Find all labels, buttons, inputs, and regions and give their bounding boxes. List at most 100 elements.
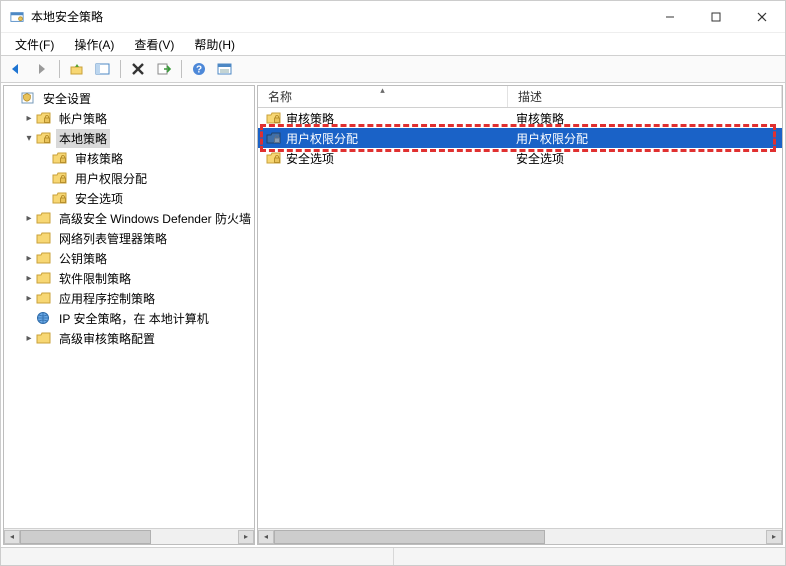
- app-icon: [9, 9, 25, 25]
- folder-lock-icon: [36, 130, 52, 146]
- column-header-name[interactable]: 名称 ▴: [258, 86, 508, 107]
- scroll-left-icon[interactable]: ◂: [4, 530, 20, 544]
- folder-lock-icon: [266, 130, 282, 146]
- tree-item-public-key[interactable]: ▸ 公钥策略: [4, 248, 254, 268]
- cell-desc: 用户权限分配: [516, 130, 588, 147]
- column-label: 描述: [518, 88, 542, 105]
- folder-icon: [36, 250, 52, 266]
- tree-label: 应用程序控制策略: [56, 289, 158, 308]
- list-horizontal-scrollbar[interactable]: ◂ ▸: [258, 528, 782, 544]
- close-button[interactable]: [739, 1, 785, 33]
- tree-label: 高级审核策略配置: [56, 329, 158, 348]
- svg-text:?: ?: [196, 65, 202, 76]
- cell-desc: 安全选项: [516, 150, 564, 167]
- tree-item-user-rights[interactable]: ▸用户权限分配: [4, 168, 254, 188]
- sort-asc-icon: ▴: [380, 85, 385, 96]
- cell-desc: 审核策略: [516, 110, 564, 127]
- show-hide-tree-button[interactable]: [92, 58, 114, 80]
- chevron-down-icon[interactable]: ▾: [22, 131, 36, 145]
- chevron-right-icon[interactable]: ▸: [22, 111, 36, 125]
- menu-file[interactable]: 文件(F): [5, 34, 64, 55]
- folder-icon: [36, 230, 52, 246]
- tree-label: 安全设置: [40, 89, 94, 108]
- tree-item-account-policy[interactable]: ▸ 帐户策略: [4, 108, 254, 128]
- folder-icon: [36, 330, 52, 346]
- tree-label: 安全选项: [72, 189, 126, 208]
- forward-button[interactable]: [31, 58, 53, 80]
- list-row-user-rights[interactable]: 用户权限分配 用户权限分配: [258, 128, 782, 148]
- tree-label: 帐户策略: [56, 109, 110, 128]
- scroll-right-icon[interactable]: ▸: [766, 530, 782, 544]
- tree-pane: ▸ 安全设置 ▸帐户策略 ▾本地策略 ▸审核策略 ▸用户权限分配 ▸安全选项: [3, 85, 255, 545]
- properties-button[interactable]: [214, 58, 236, 80]
- column-label: 名称: [268, 88, 292, 105]
- scroll-right-icon[interactable]: ▸: [238, 530, 254, 544]
- list-row-audit-policy[interactable]: 审核策略 审核策略: [258, 108, 782, 128]
- status-cell: [393, 548, 786, 565]
- window-title: 本地安全策略: [31, 8, 103, 25]
- scroll-track[interactable]: [274, 530, 766, 544]
- tree-item-network-list[interactable]: ▸网络列表管理器策略: [4, 228, 254, 248]
- folder-lock-icon: [52, 170, 68, 186]
- export-button[interactable]: [153, 58, 175, 80]
- up-button[interactable]: [66, 58, 88, 80]
- tree-item-local-policy[interactable]: ▾本地策略: [4, 128, 254, 148]
- cell-name: 安全选项: [286, 150, 334, 167]
- status-cell: [1, 548, 393, 565]
- statusbar: [1, 547, 785, 565]
- menu-help[interactable]: 帮助(H): [184, 34, 245, 55]
- cell-name: 用户权限分配: [286, 130, 358, 147]
- separator-icon: [181, 60, 182, 78]
- scroll-thumb[interactable]: [20, 530, 151, 544]
- tree-horizontal-scrollbar[interactable]: ◂ ▸: [4, 528, 254, 544]
- chevron-right-icon[interactable]: ▸: [22, 291, 36, 305]
- tree-label: 高级安全 Windows Defender 防火墙: [56, 209, 254, 228]
- tree[interactable]: ▸ 安全设置 ▸帐户策略 ▾本地策略 ▸审核策略 ▸用户权限分配 ▸安全选项: [4, 86, 254, 528]
- tree-item-software-restriction[interactable]: ▸ 软件限制策略: [4, 268, 254, 288]
- main-area: ▸ 安全设置 ▸帐户策略 ▾本地策略 ▸审核策略 ▸用户权限分配 ▸安全选项: [1, 83, 785, 547]
- scroll-left-icon[interactable]: ◂: [258, 530, 274, 544]
- folder-icon: [36, 290, 52, 306]
- tree-item-ip-security[interactable]: ▸IP 安全策略，在 本地计算机: [4, 308, 254, 328]
- folder-lock-icon: [52, 190, 68, 206]
- list-header: 名称 ▴ 描述: [258, 86, 782, 108]
- tree-label: 用户权限分配: [72, 169, 150, 188]
- tree-item-audit-policy[interactable]: ▸审核策略: [4, 148, 254, 168]
- chevron-right-icon[interactable]: ▸: [22, 331, 36, 345]
- scroll-thumb[interactable]: [274, 530, 545, 544]
- titlebar: 本地安全策略: [1, 1, 785, 33]
- tree-root-security-settings[interactable]: ▸ 安全设置: [4, 88, 254, 108]
- cell-name: 审核策略: [286, 110, 334, 127]
- scroll-track[interactable]: [20, 530, 238, 544]
- tree-label: 公钥策略: [56, 249, 110, 268]
- tree-label: 软件限制策略: [56, 269, 134, 288]
- folder-lock-icon: [266, 150, 282, 166]
- minimize-button[interactable]: [647, 1, 693, 33]
- column-header-desc[interactable]: 描述: [508, 86, 782, 107]
- help-button[interactable]: ?: [188, 58, 210, 80]
- security-settings-icon: [20, 90, 36, 106]
- tree-item-security-options[interactable]: ▸安全选项: [4, 188, 254, 208]
- tree-item-defender-firewall[interactable]: ▸ 高级安全 Windows Defender 防火墙: [4, 208, 254, 228]
- maximize-button[interactable]: [693, 1, 739, 33]
- chevron-right-icon[interactable]: ▸: [22, 271, 36, 285]
- tree-label: 审核策略: [72, 149, 126, 168]
- menubar: 文件(F) 操作(A) 查看(V) 帮助(H): [1, 33, 785, 55]
- separator-icon: [120, 60, 121, 78]
- tree-item-app-control[interactable]: ▸ 应用程序控制策略: [4, 288, 254, 308]
- chevron-right-icon[interactable]: ▸: [22, 251, 36, 265]
- menu-action[interactable]: 操作(A): [64, 34, 124, 55]
- folder-lock-icon: [36, 110, 52, 126]
- delete-button[interactable]: [127, 58, 149, 80]
- chevron-right-icon[interactable]: ▸: [22, 211, 36, 225]
- list-row-security-options[interactable]: 安全选项 安全选项: [258, 148, 782, 168]
- folder-icon: [36, 210, 52, 226]
- tree-item-advanced-audit[interactable]: ▸ 高级审核策略配置: [4, 328, 254, 348]
- tree-label: IP 安全策略，在 本地计算机: [56, 309, 212, 328]
- folder-lock-icon: [266, 110, 282, 126]
- list-rows[interactable]: 审核策略 审核策略 用户权限分配 用户权限分配 安全选项 安全选项: [258, 108, 782, 528]
- separator-icon: [59, 60, 60, 78]
- menu-view[interactable]: 查看(V): [124, 34, 184, 55]
- folder-icon: [36, 270, 52, 286]
- back-button[interactable]: [5, 58, 27, 80]
